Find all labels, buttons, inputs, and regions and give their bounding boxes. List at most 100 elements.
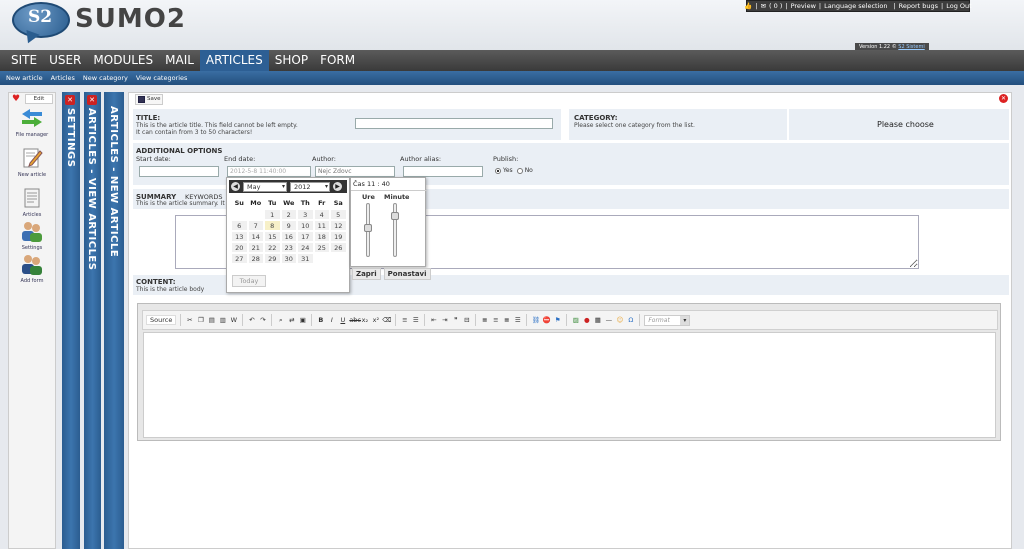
calendar-day[interactable]: 29	[264, 253, 281, 264]
align-center-icon[interactable]: ≡	[491, 316, 500, 325]
italic-icon[interactable]: I	[327, 316, 336, 325]
author-input[interactable]	[315, 166, 395, 177]
calendar-day[interactable]: 18	[313, 231, 330, 242]
calendar-day[interactable]: 2	[280, 209, 297, 220]
paste-text-icon[interactable]: ▥	[218, 316, 227, 325]
numbered-list-icon[interactable]: ≡	[400, 316, 409, 325]
subnav-new-article[interactable]: New article	[6, 74, 43, 82]
calendar-day[interactable]: 1	[264, 209, 281, 220]
horizontal-rule-icon[interactable]: —	[604, 316, 613, 325]
calendar-day[interactable]: 16	[280, 231, 297, 242]
nav-mail[interactable]: MAIL	[159, 50, 200, 71]
calendar-day[interactable]: 22	[264, 242, 281, 253]
preview-link[interactable]: Preview	[791, 2, 816, 10]
subscript-icon[interactable]: x₂	[360, 316, 369, 325]
nav-articles[interactable]: ARTICLES	[199, 50, 269, 71]
remove-format-icon[interactable]: ⌫	[382, 316, 391, 325]
today-button[interactable]: Today	[232, 275, 266, 287]
blockquote-icon[interactable]: ❞	[451, 316, 460, 325]
calendar-day[interactable]: 5	[330, 209, 347, 220]
bold-icon[interactable]: B	[316, 316, 325, 325]
cut-icon[interactable]: ✂	[185, 316, 194, 325]
category-select[interactable]: Please choose	[877, 120, 934, 129]
calendar-day[interactable]: 25	[313, 242, 330, 253]
redo-icon[interactable]: ↷	[258, 316, 267, 325]
time-close-button[interactable]: Zapri	[352, 268, 381, 280]
title-input[interactable]	[355, 118, 553, 129]
link-icon[interactable]: ⛓	[531, 316, 540, 325]
align-left-icon[interactable]: ≣	[480, 316, 489, 325]
calendar-day[interactable]: 31	[297, 253, 314, 264]
find-icon[interactable]: ⌕	[276, 316, 285, 325]
calendar-day[interactable]: 28	[247, 253, 264, 264]
replace-icon[interactable]: ⇄	[287, 316, 296, 325]
superscript-icon[interactable]: x²	[371, 316, 380, 325]
calendar-day[interactable]: 21	[247, 242, 264, 253]
year-select[interactable]: 2012	[290, 181, 330, 192]
calendar-day[interactable]: 17	[297, 231, 314, 242]
unlink-icon[interactable]: ⛔	[542, 316, 551, 325]
calendar-day[interactable]: 15	[264, 231, 281, 242]
calendar-day[interactable]: 23	[280, 242, 297, 253]
calendar-day[interactable]: 12	[330, 220, 347, 231]
save-button[interactable]: Save	[135, 94, 163, 105]
close-tab-icon[interactable]: ✕	[87, 95, 97, 105]
calendar-day[interactable]: 13	[231, 231, 248, 242]
prev-month-icon[interactable]: ◀	[231, 182, 240, 191]
vtab-view-articles[interactable]: ✕ ARTICLES - VIEW ARTICLES	[84, 92, 101, 549]
logout-link[interactable]: Log Out	[946, 2, 971, 10]
flash-icon[interactable]: ●	[582, 316, 591, 325]
calendar-day[interactable]: 4	[313, 209, 330, 220]
table-icon[interactable]: ▦	[593, 316, 602, 325]
minutes-slider[interactable]	[393, 203, 397, 257]
calendar-day[interactable]: 8	[264, 220, 281, 231]
next-month-icon[interactable]: ▶	[333, 182, 342, 191]
shortcut-new-article[interactable]: New article	[9, 147, 55, 178]
nav-shop[interactable]: SHOP	[269, 50, 314, 71]
month-select[interactable]: May	[243, 181, 287, 192]
calendar-day[interactable]: 9	[280, 220, 297, 231]
special-char-icon[interactable]: Ω	[626, 316, 635, 325]
anchor-icon[interactable]: ⚑	[553, 316, 562, 325]
edit-shortcuts-button[interactable]: Edit	[25, 94, 53, 104]
underline-icon[interactable]: U	[338, 316, 347, 325]
hours-slider-knob[interactable]	[364, 223, 372, 232]
align-right-icon[interactable]: ≣	[502, 316, 511, 325]
select-all-icon[interactable]: ▣	[298, 316, 307, 325]
source-button[interactable]: Source	[146, 315, 177, 325]
shortcut-settings[interactable]: Settings	[9, 220, 55, 251]
undo-icon[interactable]: ↶	[247, 316, 256, 325]
image-icon[interactable]: ▨	[571, 316, 580, 325]
paste-word-icon[interactable]: W	[229, 316, 238, 325]
start-date-input[interactable]	[139, 166, 219, 177]
calendar-day[interactable]: 10	[297, 220, 314, 231]
nav-modules[interactable]: MODULES	[87, 50, 159, 71]
time-reset-button[interactable]: Ponastavi	[383, 268, 431, 280]
subnav-view-categories[interactable]: View categories	[136, 74, 188, 82]
bullet-list-icon[interactable]: ☰	[411, 316, 420, 325]
close-panel-icon[interactable]: ✕	[999, 94, 1008, 103]
language-selection-link[interactable]: Language selection	[824, 2, 887, 10]
user-icon[interactable]: 👍	[744, 2, 752, 10]
end-date-input[interactable]	[227, 166, 311, 177]
calendar-day[interactable]: 7	[247, 220, 264, 231]
messages-icon[interactable]: ✉	[761, 2, 766, 10]
calendar-day[interactable]: 3	[297, 209, 314, 220]
calendar-day[interactable]: 20	[231, 242, 248, 253]
close-tab-icon[interactable]: ✕	[65, 95, 75, 105]
publish-no-radio[interactable]	[516, 167, 523, 174]
editor-content-area[interactable]	[143, 332, 996, 438]
calendar-day[interactable]: 27	[231, 253, 248, 264]
minutes-slider-knob[interactable]	[391, 212, 399, 221]
calendar-day[interactable]: 6	[231, 220, 248, 231]
div-icon[interactable]: ⊟	[462, 316, 471, 325]
paste-icon[interactable]: ▤	[207, 316, 216, 325]
strike-icon[interactable]: abc	[349, 316, 361, 325]
outdent-icon[interactable]: ⇤	[429, 316, 438, 325]
subnav-new-category[interactable]: New category	[83, 74, 128, 82]
calendar-day[interactable]: 24	[297, 242, 314, 253]
copy-icon[interactable]: ❐	[196, 316, 205, 325]
publish-yes-radio[interactable]	[495, 167, 501, 174]
calendar-day[interactable]: 26	[330, 242, 347, 253]
calendar-day[interactable]: 14	[247, 231, 264, 242]
